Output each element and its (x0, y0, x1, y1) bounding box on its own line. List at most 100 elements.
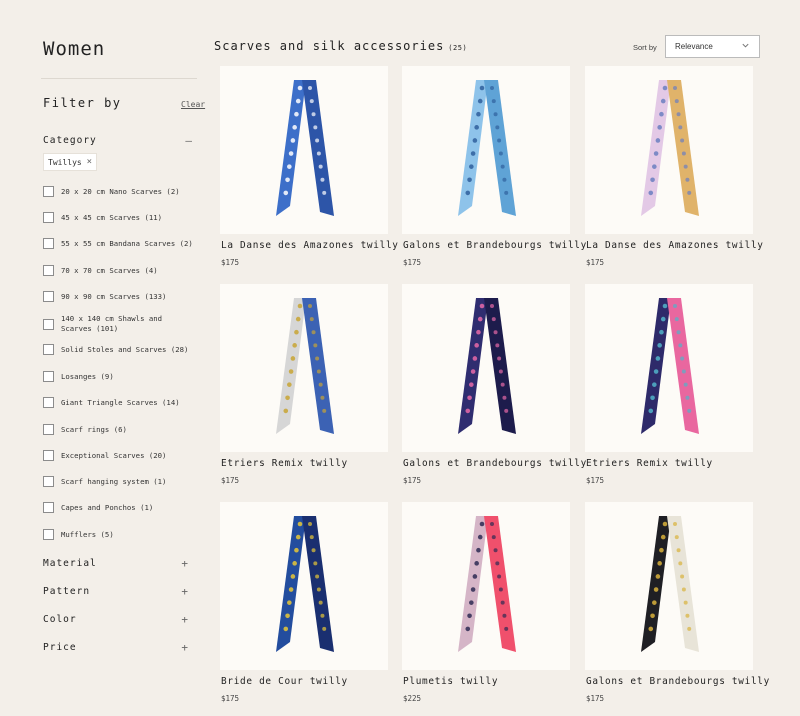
product-card[interactable]: Etriers Remix twilly $175 (585, 284, 755, 485)
twilly-scarf-illustration (276, 516, 334, 652)
category-option-label: Scarf hanging system (1) (61, 476, 167, 486)
product-image[interactable] (402, 66, 570, 234)
product-card[interactable]: Plumetis twilly $225 (402, 502, 572, 703)
category-option[interactable]: 20 x 20 cm Nano Scarves (2) (43, 186, 203, 197)
scarf-ribbon (667, 298, 699, 434)
product-price: $175 (221, 694, 240, 703)
checkbox[interactable] (43, 529, 54, 540)
filter-section-price[interactable]: Price + (43, 641, 189, 654)
checkbox[interactable] (43, 450, 54, 461)
product-card[interactable]: Galons et Brandebourgs twilly $175 (585, 502, 769, 703)
product-image[interactable] (585, 66, 753, 234)
product-name[interactable]: Plumetis twilly (403, 676, 583, 687)
product-image[interactable] (220, 284, 388, 452)
result-count: (25) (448, 44, 468, 52)
category-option[interactable]: 90 x 90 cm Scarves (133) (43, 291, 203, 302)
product-card[interactable]: Galons et Brandebourgs twilly $175 (402, 284, 586, 485)
product-image[interactable] (585, 502, 753, 670)
product-image[interactable] (402, 284, 570, 452)
filter-section-label: Color (43, 614, 77, 625)
checkbox[interactable] (43, 238, 54, 249)
remove-filter-icon[interactable]: × (87, 157, 92, 167)
product-card[interactable]: Galons et Brandebourgs twilly $175 (402, 66, 586, 267)
expand-icon[interactable]: + (181, 557, 189, 570)
chevron-down-icon (742, 43, 749, 48)
expand-icon[interactable]: + (181, 641, 189, 654)
category-option[interactable]: Scarf rings (6) (43, 424, 203, 435)
category-option-label: Losanges (9) (61, 371, 114, 381)
checkbox[interactable] (43, 318, 54, 330)
scarf-ribbon (484, 516, 516, 652)
sort-select[interactable]: Relevance (665, 35, 760, 58)
category-option-label: Solid Stoles and Scarves (28) (61, 344, 189, 354)
scarf-ribbon (484, 298, 516, 434)
checkbox[interactable] (43, 291, 54, 302)
filter-section-pattern[interactable]: Pattern + (43, 585, 189, 598)
category-option[interactable]: Exceptional Scarves (20) (43, 450, 203, 461)
scarf-ribbon (458, 516, 488, 652)
category-option[interactable]: 70 x 70 cm Scarves (4) (43, 265, 203, 276)
category-option-label: Exceptional Scarves (20) (61, 450, 167, 460)
collapse-icon[interactable]: – (185, 134, 193, 147)
twilly-scarf-illustration (276, 298, 334, 434)
product-image[interactable] (402, 502, 570, 670)
product-card[interactable]: La Danse des Amazones twilly $175 (585, 66, 763, 267)
product-image[interactable] (220, 502, 388, 670)
checkbox[interactable] (43, 186, 54, 197)
category-option[interactable]: Mufflers (5) (43, 529, 203, 540)
category-option[interactable]: Scarf hanging system (1) (43, 476, 203, 487)
product-name[interactable]: Etriers Remix twilly (586, 458, 766, 469)
expand-icon[interactable]: + (181, 613, 189, 626)
category-option-label: Capes and Ponchos (1) (61, 502, 154, 512)
filter-section-color[interactable]: Color + (43, 613, 189, 626)
product-card[interactable]: Etriers Remix twilly $175 (220, 284, 390, 485)
product-name[interactable]: La Danse des Amazones twilly (586, 240, 766, 251)
checkbox[interactable] (43, 212, 54, 223)
filter-section-label: Pattern (43, 586, 91, 597)
checkbox[interactable] (43, 397, 54, 408)
category-section-toggle[interactable]: Category – (43, 134, 193, 147)
category-option[interactable]: Capes and Ponchos (1) (43, 502, 203, 513)
product-name[interactable]: Galons et Brandebourgs twilly (586, 676, 769, 687)
checkbox[interactable] (43, 265, 54, 276)
category-option[interactable]: 55 x 55 cm Bandana Scarves (2) (43, 238, 203, 249)
product-card[interactable]: Bride de Cour twilly $175 (220, 502, 390, 703)
divider (41, 78, 197, 79)
clear-filters-link[interactable]: Clear (181, 100, 205, 109)
active-filter-chip: Twillys × (43, 153, 97, 171)
section-title-text: Scarves and silk accessories (214, 39, 445, 53)
product-image[interactable] (220, 66, 388, 234)
filter-section-material[interactable]: Material + (43, 557, 189, 570)
category-option-label: 140 x 140 cm Shawls and Scarves (101) (61, 314, 163, 333)
product-price: $175 (586, 258, 605, 267)
category-option-label: 55 x 55 cm Bandana Scarves (2) (61, 238, 193, 248)
category-option-label: Mufflers (5) (61, 529, 114, 539)
product-name[interactable]: Etriers Remix twilly (221, 458, 401, 469)
category-label: Category (43, 135, 97, 146)
product-card[interactable]: La Danse des Amazones twilly $175 (220, 66, 398, 267)
category-option[interactable]: Solid Stoles and Scarves (28) (43, 344, 203, 355)
scarf-ribbon (484, 80, 516, 216)
expand-icon[interactable]: + (181, 585, 189, 598)
product-name[interactable]: Bride de Cour twilly (221, 676, 401, 687)
product-price: $175 (586, 694, 605, 703)
product-price: $225 (403, 694, 422, 703)
category-option[interactable]: Giant Triangle Scarves (14) (43, 397, 203, 408)
twilly-scarf-illustration (458, 80, 516, 216)
category-option[interactable]: 45 x 45 cm Scarves (11) (43, 212, 203, 223)
product-name[interactable]: La Danse des Amazones twilly (221, 240, 401, 251)
scarf-ribbon (458, 298, 488, 434)
checkbox[interactable] (43, 344, 54, 355)
product-name[interactable]: Galons et Brandebourgs twilly (403, 240, 586, 251)
checkbox[interactable] (43, 502, 54, 513)
checkbox[interactable] (43, 476, 54, 487)
category-option[interactable]: Losanges (9) (43, 371, 203, 382)
category-option-label: Giant Triangle Scarves (14) (61, 397, 180, 407)
product-image[interactable] (585, 284, 753, 452)
category-option[interactable]: 140 x 140 cm Shawls and Scarves (101) (43, 314, 203, 334)
checkbox[interactable] (43, 424, 54, 435)
product-name[interactable]: Galons et Brandebourgs twilly (403, 458, 586, 469)
filter-section-label: Price (43, 642, 77, 653)
checkbox[interactable] (43, 371, 54, 382)
product-price: $175 (221, 258, 240, 267)
